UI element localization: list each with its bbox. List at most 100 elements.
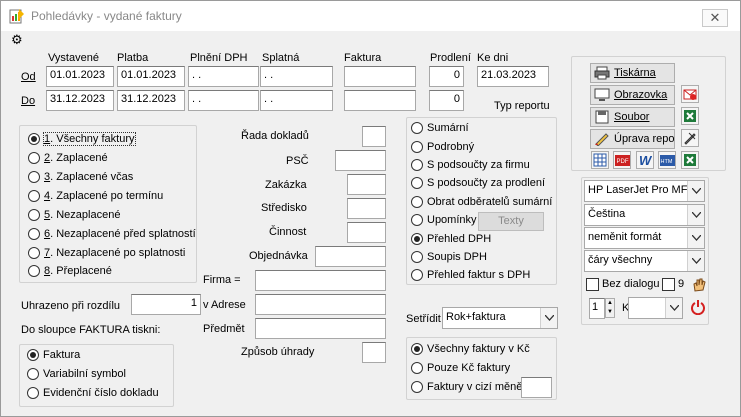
html-export-button[interactable]: HTM — [658, 151, 676, 169]
bez-dialogu-label: Bez dialogu — [602, 278, 660, 290]
mena-option-vsechny[interactable]: Všechny faktury v Kč — [411, 343, 530, 355]
k-select[interactable] — [628, 297, 683, 319]
filter-option-3[interactable]: 3. Zaplacené včas — [28, 171, 133, 183]
objednavka-input[interactable] — [315, 246, 386, 267]
radio-dot — [28, 209, 40, 221]
do-vystavene-input[interactable]: 31.12.2023 — [46, 90, 114, 111]
od-plneni-dph-input[interactable]: . . — [188, 66, 259, 87]
tiskarna-button[interactable]: Tiskárna — [590, 63, 675, 83]
v-adrese-input[interactable] — [255, 294, 386, 315]
do-sloupce-label: Do sloupce FAKTURA tiskni: — [21, 324, 161, 336]
uprava-reportu-button[interactable]: Úprava repor — [590, 129, 675, 149]
sloupec-option-faktura[interactable]: Faktura — [27, 349, 80, 361]
word-export-button[interactable]: W — [636, 151, 654, 169]
hand-tool-button[interactable] — [689, 275, 707, 293]
sloupec-option-evidencni-cislo[interactable]: Evidenční číslo dokladu — [27, 387, 159, 399]
settings-gear-icon[interactable]: ⚙ — [11, 33, 23, 46]
calendar-export-button[interactable] — [591, 151, 609, 169]
sloupec-option-variabilni-symbol[interactable]: Variabilní symbol — [27, 368, 126, 380]
power-icon — [691, 300, 705, 315]
od-splatna-input[interactable]: . . — [260, 66, 333, 87]
header-vystavene: Vystavené — [48, 52, 99, 64]
ke-dni-input[interactable]: 21.03.2023 — [477, 66, 549, 87]
email-icon — [683, 89, 697, 100]
radio-dot — [28, 133, 40, 145]
report-option-obrat-odberatelu[interactable]: Obrat odběratelů sumární — [411, 196, 552, 208]
report-option-sumarni[interactable]: Sumární — [411, 122, 469, 134]
filter-option-7[interactable]: 7. Nezaplacené po splatnosti — [28, 247, 185, 259]
uprava-tool-button[interactable] — [681, 129, 699, 147]
zpusob-uhrady-input[interactable] — [362, 342, 386, 363]
email-button[interactable] — [681, 85, 699, 103]
window: Pohledávky - vydané faktury ✕ ⚙ Vystaven… — [0, 0, 741, 417]
close-button[interactable]: ✕ — [702, 9, 728, 27]
filter-option-4[interactable]: 4. Zaplacené po termínu — [28, 190, 163, 202]
radio-dot — [411, 196, 423, 208]
filter-option-6[interactable]: 6. Nezaplacené před splatností — [28, 228, 196, 240]
uhrazeno-input[interactable]: 1 — [131, 294, 201, 315]
radio-dot — [411, 159, 423, 171]
radio-dot — [411, 251, 423, 263]
report-option-soupis-dph[interactable]: Soupis DPH — [411, 251, 487, 263]
language-select[interactable]: Čeština — [584, 204, 705, 226]
pdf-export-button[interactable]: PDF — [613, 151, 631, 169]
do-faktura-input[interactable] — [344, 90, 416, 111]
predmet-label: Předmět — [203, 323, 245, 335]
radio-dot — [28, 228, 40, 240]
file-icon — [595, 110, 609, 124]
od-prodleni-input[interactable]: 0 — [429, 66, 464, 87]
predmet-input[interactable] — [255, 318, 386, 339]
copies-checkbox[interactable] — [662, 278, 675, 291]
printer-select[interactable]: HP LaserJet Pro MFP — [584, 180, 705, 202]
copies-spin-input[interactable]: 1 — [589, 298, 605, 319]
mena-option-cizi-mena[interactable]: Faktury v cizí měně — [411, 381, 522, 393]
radio-dot — [411, 214, 423, 226]
filter-option-1[interactable]: 1. Všechny faktury — [28, 132, 136, 146]
typ-reportu-label: Typ reportu — [494, 100, 550, 112]
od-platba-input[interactable]: 01.01.2023 — [117, 66, 185, 87]
report-option-podsoucty-firmu[interactable]: S podsoučty za firmu — [411, 159, 530, 171]
filter-option-2[interactable]: 2. Zaplacené — [28, 152, 108, 164]
excel-icon — [684, 154, 696, 166]
report-option-podrobny[interactable]: Podrobný — [411, 141, 474, 153]
header-plneni-dph: Plnění DPH — [190, 52, 248, 64]
do-prodleni-input[interactable]: 0 — [429, 90, 464, 111]
do-platba-input[interactable]: 31.12.2023 — [117, 90, 185, 111]
do-splatna-input[interactable]: . . — [260, 90, 333, 111]
excel-button[interactable] — [681, 107, 699, 125]
report-option-podsoucty-prodleni[interactable]: S podsoučty za prodlení — [411, 177, 545, 189]
filter-option-8[interactable]: 8. Přeplacené — [28, 265, 112, 277]
cinnost-input[interactable] — [347, 222, 386, 243]
psc-input[interactable] — [335, 150, 386, 171]
firma-input[interactable] — [255, 270, 386, 291]
report-option-upominky[interactable]: Upomínky — [411, 214, 477, 226]
mena-option-pouze-kc[interactable]: Pouze Kč faktury — [411, 362, 510, 374]
setridit-select[interactable]: Rok+faktura — [442, 307, 558, 329]
texty-button[interactable]: Texty — [478, 212, 544, 231]
od-faktura-input[interactable] — [344, 66, 416, 87]
soubor-button[interactable]: Soubor — [590, 107, 675, 127]
lines-select[interactable]: čáry všechny — [584, 250, 705, 272]
bez-dialogu-checkbox[interactable] — [586, 278, 599, 291]
stredisko-input[interactable] — [347, 198, 386, 219]
filter-option-5[interactable]: 5. Nezaplacené — [28, 209, 120, 221]
rada-dokladu-label: Řada dokladů — [241, 130, 309, 142]
format-select[interactable]: neměnit formát — [584, 227, 705, 249]
do-plneni-dph-input[interactable]: . . — [188, 90, 259, 111]
chevron-down-icon — [687, 205, 704, 225]
obrazovka-button[interactable]: Obrazovka — [590, 85, 675, 105]
copies-spinner[interactable]: ▲ ▼ — [605, 298, 615, 318]
power-button[interactable] — [689, 298, 707, 316]
radio-dot — [28, 190, 40, 202]
report-option-prehled-faktur-dph[interactable]: Přehled faktur s DPH — [411, 269, 530, 281]
rada-dokladu-input[interactable] — [362, 126, 386, 147]
header-splatna: Splatná — [262, 52, 300, 64]
radio-dot — [411, 269, 423, 281]
zakazka-input[interactable] — [347, 174, 386, 195]
report-option-prehled-dph[interactable]: Přehled DPH — [411, 233, 491, 245]
header-faktura: Faktura — [344, 52, 382, 64]
cinnost-label: Činnost — [269, 226, 307, 238]
excel-export-button[interactable] — [681, 151, 699, 169]
od-vystavene-input[interactable]: 01.01.2023 — [46, 66, 114, 87]
cizi-mena-input[interactable] — [521, 377, 552, 398]
